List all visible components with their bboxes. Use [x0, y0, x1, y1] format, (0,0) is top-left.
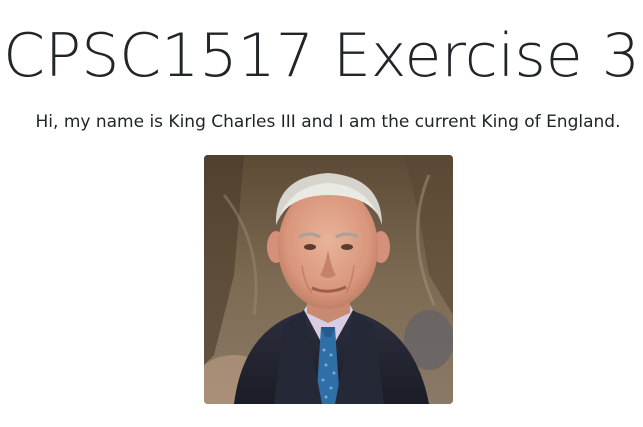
page: CPSC1517 Exercise 3 Hi, my name is King …	[0, 0, 643, 427]
portrait-photo-graphic	[204, 155, 453, 404]
intro-text: Hi, my name is King Charles III and I am…	[35, 112, 621, 132]
portrait-image	[204, 155, 453, 404]
page-title: CPSC1517 Exercise 3	[3, 21, 640, 91]
